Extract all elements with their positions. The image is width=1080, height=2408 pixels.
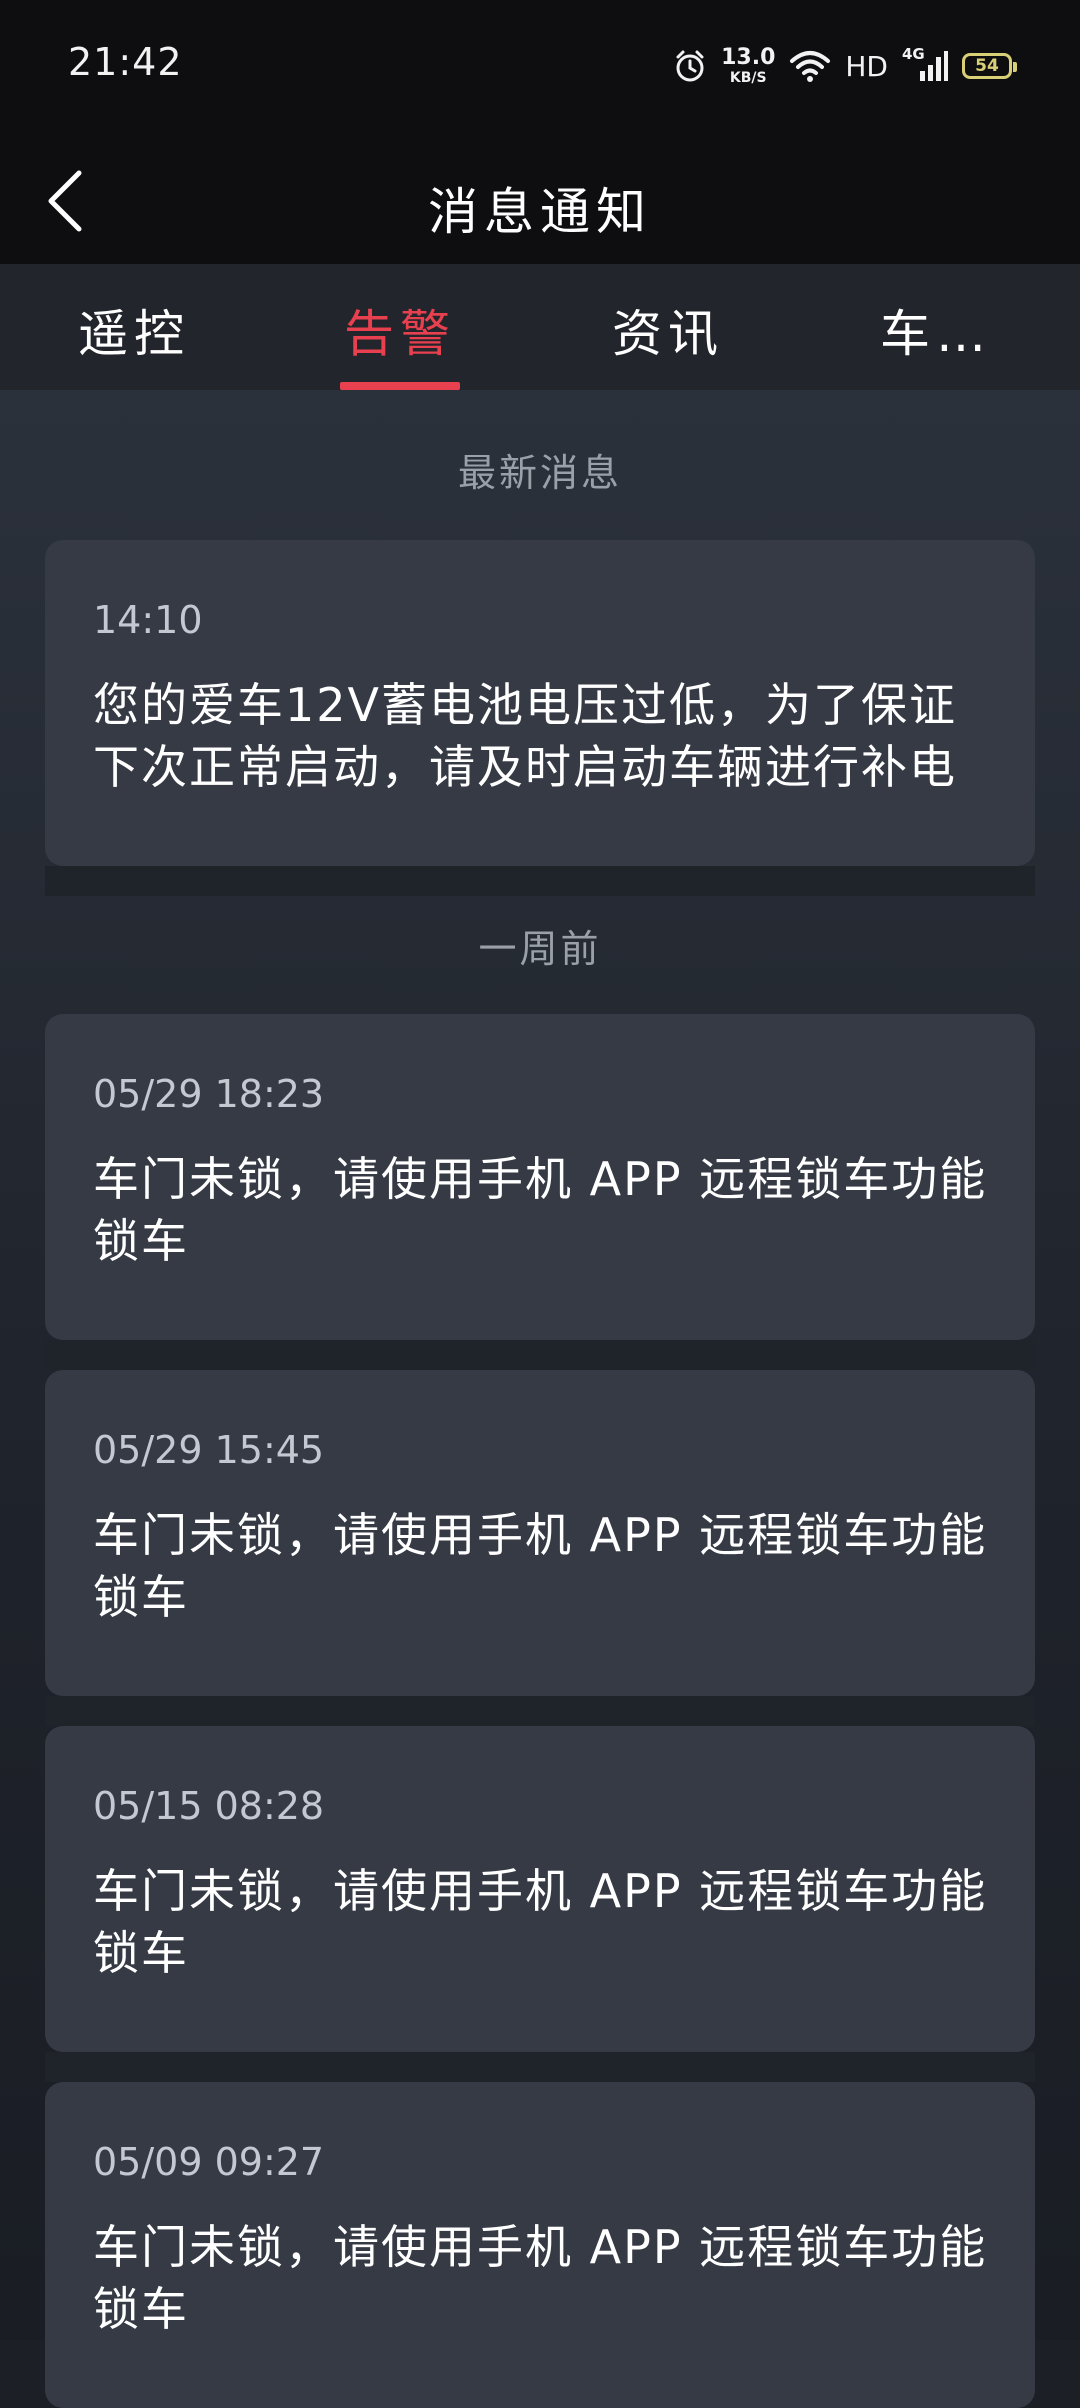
network-speed-value: 13.0 bbox=[721, 45, 776, 70]
network-speed: 13.0 KB/S bbox=[721, 45, 776, 86]
card-divider bbox=[45, 1696, 1035, 1726]
message-time: 14:10 bbox=[93, 598, 203, 642]
navigation-bar: 消息通知 bbox=[0, 132, 1080, 264]
cellular-signal-icon: 4G bbox=[902, 45, 948, 83]
message-text: 车门未锁，请使用手机 APP 远程锁车功能锁车 bbox=[93, 1508, 988, 1624]
message-text: 车门未锁，请使用手机 APP 远程锁车功能锁车 bbox=[93, 2220, 988, 2336]
section-header-latest: 最新消息 bbox=[457, 451, 622, 495]
message-list[interactable]: 最新消息 14:10 您的爱车12V蓄电池电压过低，为了保证下次正常启动，请及时… bbox=[0, 390, 1080, 2408]
active-tab-indicator bbox=[340, 382, 460, 390]
hd-label: HD bbox=[845, 49, 888, 83]
card-divider bbox=[45, 866, 1035, 896]
page-title: 消息通知 bbox=[428, 183, 652, 241]
message-time: 05/15 08:28 bbox=[93, 1784, 325, 1828]
status-bar: 21:42 13.0 KB/S HD 4G 54 bbox=[0, 0, 1080, 132]
message-text: 车门未锁，请使用手机 APP 远程锁车功能锁车 bbox=[93, 1864, 988, 1980]
wifi-icon bbox=[789, 49, 831, 83]
tab-bar: 遥控 告警 资讯 车… bbox=[0, 264, 1080, 390]
alarm-clock-icon bbox=[673, 49, 707, 83]
section-header-week-ago: 一周前 bbox=[478, 927, 602, 971]
message-card[interactable]: 05/09 09:27 车门未锁，请使用手机 APP 远程锁车功能锁车 bbox=[45, 2082, 1035, 2408]
message-time: 05/29 18:23 bbox=[93, 1072, 325, 1116]
message-text: 车门未锁，请使用手机 APP 远程锁车功能锁车 bbox=[93, 1152, 988, 1268]
battery-icon: 54 bbox=[962, 53, 1017, 79]
battery-level: 54 bbox=[975, 56, 999, 76]
tab-remote-control[interactable]: 遥控 bbox=[34, 294, 234, 366]
tab-vehicle[interactable]: 车… bbox=[836, 294, 1036, 366]
message-card[interactable]: 05/29 15:45 车门未锁，请使用手机 APP 远程锁车功能锁车 bbox=[45, 1370, 1035, 1696]
card-divider bbox=[45, 2052, 1035, 2082]
message-time: 05/09 09:27 bbox=[93, 2140, 325, 2184]
message-card[interactable]: 05/29 18:23 车门未锁，请使用手机 APP 远程锁车功能锁车 bbox=[45, 1014, 1035, 1340]
tab-alerts[interactable]: 告警 bbox=[300, 294, 500, 366]
card-divider bbox=[45, 1340, 1035, 1370]
status-icons: 13.0 KB/S HD 4G 54 bbox=[673, 44, 1017, 88]
message-card[interactable]: 05/15 08:28 车门未锁，请使用手机 APP 远程锁车功能锁车 bbox=[45, 1726, 1035, 2052]
tab-news[interactable]: 资讯 bbox=[568, 294, 768, 366]
message-text: 您的爱车12V蓄电池电压过低，为了保证下次正常启动，请及时启动车辆进行补电 bbox=[93, 678, 958, 794]
message-card[interactable]: 14:10 您的爱车12V蓄电池电压过低，为了保证下次正常启动，请及时启动车辆进… bbox=[45, 540, 1035, 866]
message-time: 05/29 15:45 bbox=[93, 1428, 325, 1472]
network-speed-unit: KB/S bbox=[729, 70, 767, 86]
status-time: 21:42 bbox=[68, 40, 183, 84]
